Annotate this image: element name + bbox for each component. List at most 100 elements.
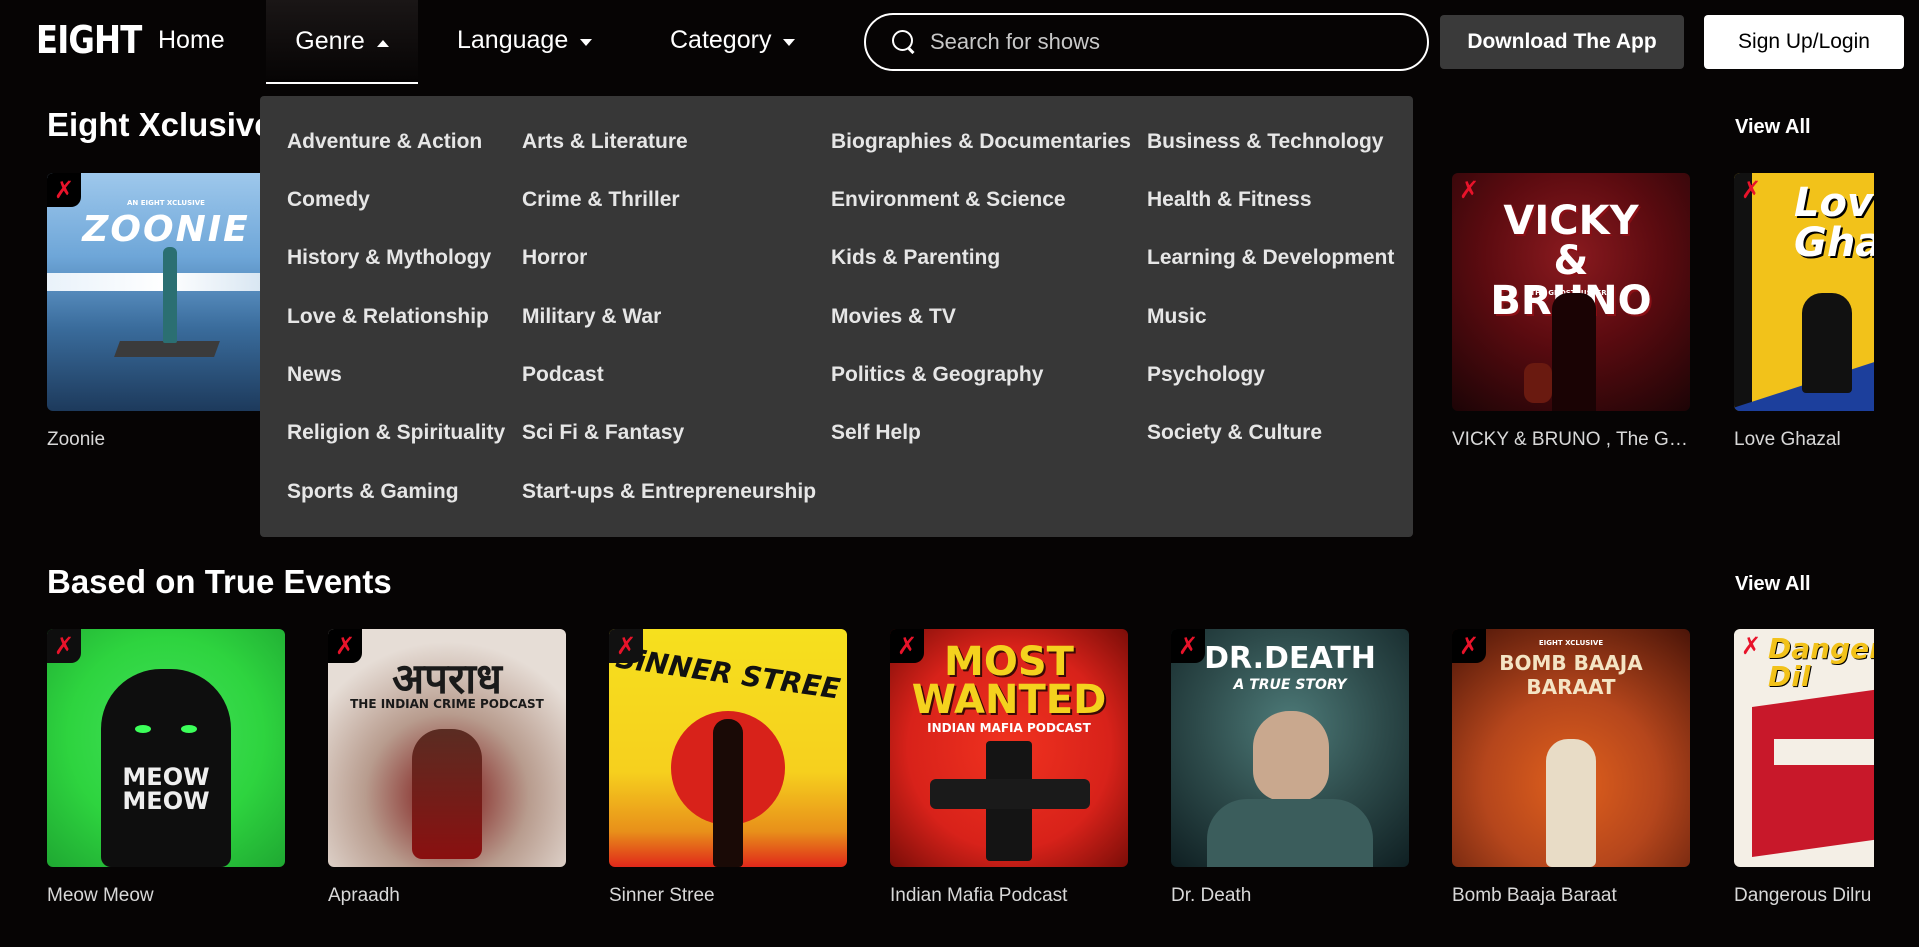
show-thumbnail[interactable]: Dangero Dil ✗ (1734, 629, 1874, 867)
show-thumbnail[interactable]: SiNNER STREE ✗ (609, 629, 847, 867)
show-title[interactable]: Apraadh (328, 885, 566, 907)
genre-item[interactable]: Biographies & Documentaries (831, 130, 1131, 154)
genre-item[interactable]: Psychology (1147, 363, 1265, 387)
genre-item[interactable]: Podcast (522, 363, 604, 387)
show-card[interactable]: Love Ghaz ✗ Love Ghazal (1734, 173, 1874, 451)
genre-item[interactable]: Comedy (287, 188, 370, 212)
genre-item[interactable]: News (287, 363, 342, 387)
genre-item[interactable]: Self Help (831, 421, 921, 445)
art-stripe (1734, 173, 1752, 411)
nav-home[interactable]: Home (158, 26, 225, 55)
art-subtitle: EIGHT XCLUSIVE (1538, 639, 1604, 647)
show-card[interactable]: VICKY & BRUNO THE GHOSTBUSTERS ✗ VICKY &… (1452, 173, 1690, 451)
figure-decoration (1546, 739, 1596, 867)
genre-item[interactable]: Health & Fitness (1147, 188, 1312, 212)
genre-item[interactable]: Music (1147, 305, 1207, 329)
body-decoration (1207, 799, 1373, 867)
genre-item[interactable]: Environment & Science (831, 188, 1066, 212)
genre-item[interactable]: Sci Fi & Fantasy (522, 421, 684, 445)
face-decoration (1253, 711, 1329, 801)
genre-item[interactable]: Religion & Spirituality (287, 421, 505, 445)
genre-item[interactable]: Politics & Geography (831, 363, 1043, 387)
xclusive-badge-icon: ✗ (1171, 629, 1205, 663)
show-thumbnail[interactable]: MEOW MEOW ✗ (47, 629, 285, 867)
figure-decoration (713, 719, 743, 867)
show-title[interactable]: Indian Mafia Podcast (890, 885, 1128, 907)
dock-decoration (114, 341, 220, 357)
xclusive-badge-icon: ✗ (609, 629, 643, 663)
eight-logo[interactable]: EIGHT (36, 18, 142, 62)
nav-genre[interactable]: Genre (266, 0, 418, 84)
signup-login-button[interactable]: Sign Up/Login (1704, 15, 1904, 69)
top-navbar: EIGHT Home Genre Language Category Downl… (0, 0, 1919, 84)
nav-category[interactable]: Category (670, 26, 796, 55)
art-subtitle: THE INDIAN CRIME PODCAST (350, 697, 544, 711)
show-card[interactable]: Dangero Dil ✗ Dangerous Dilru (1734, 629, 1874, 907)
genre-item[interactable]: History & Mythology (287, 246, 491, 270)
show-thumbnail[interactable]: EIGHT XCLUSIVE BOMB BAAJA BARAAT ✗ (1452, 629, 1690, 867)
show-thumbnail[interactable]: AN EIGHT XCLUSIVE ZOONIE ✗ (47, 173, 285, 411)
genre-item[interactable]: Sports & Gaming (287, 480, 459, 504)
art-title: MOST WANTED (911, 639, 1107, 723)
section-title: Based on True Events (47, 563, 392, 600)
genre-item[interactable]: Love & Relationship (287, 305, 489, 329)
show-card[interactable]: अपराध THE INDIAN CRIME PODCAST ✗ Apraadh (328, 629, 566, 907)
genre-item[interactable]: Society & Culture (1147, 421, 1322, 445)
show-card[interactable]: SiNNER STREE ✗ Sinner Stree (609, 629, 847, 907)
show-thumbnail[interactable]: VICKY & BRUNO THE GHOSTBUSTERS ✗ (1452, 173, 1690, 411)
art-title: MEOW MEOW (122, 763, 210, 815)
dog-decoration (1524, 363, 1552, 403)
art-title: ZOONIE (82, 209, 250, 250)
xclusive-badge-icon: ✗ (890, 629, 924, 663)
genre-item[interactable]: Adventure & Action (287, 130, 482, 154)
art-title: BOMB BAAJA BARAAT (1499, 651, 1643, 699)
nav-language-label: Language (457, 26, 569, 54)
nav-language[interactable]: Language (457, 26, 593, 55)
xclusive-badge-icon: ✗ (328, 629, 362, 663)
view-all-link[interactable]: View All (1735, 116, 1811, 139)
art-title: Dangero Dil (1768, 632, 1874, 693)
show-thumbnail[interactable]: Love Ghaz ✗ (1734, 173, 1874, 411)
show-title[interactable]: Love Ghazal (1734, 429, 1874, 451)
show-thumbnail[interactable]: अपराध THE INDIAN CRIME PODCAST ✗ (328, 629, 566, 867)
show-thumbnail[interactable]: DR.DEATH A TRUE STORY ✗ (1171, 629, 1409, 867)
show-card[interactable]: AN EIGHT XCLUSIVE ZOONIE ✗ Zoonie (47, 173, 285, 451)
xclusive-badge-icon: ✗ (47, 173, 81, 207)
genre-item[interactable]: Horror (522, 246, 587, 270)
search-bar[interactable] (864, 13, 1429, 71)
genre-item[interactable]: Arts & Literature (522, 130, 688, 154)
show-card[interactable]: MOST WANTED INDIAN MAFIA PODCAST ✗ India… (890, 629, 1128, 907)
show-title[interactable]: VICKY & BRUNO , The Gh... (1452, 429, 1690, 451)
view-all-link[interactable]: View All (1735, 573, 1811, 596)
show-card[interactable]: DR.DEATH A TRUE STORY ✗ Dr. Death (1171, 629, 1409, 907)
genre-item[interactable]: Movies & TV (831, 305, 956, 329)
show-card[interactable]: EIGHT XCLUSIVE BOMB BAAJA BARAAT ✗ Bomb … (1452, 629, 1690, 907)
art-title: Love Ghaz (1794, 180, 1874, 266)
art-stripe (1752, 678, 1874, 858)
gun-decoration (930, 779, 1090, 809)
show-title[interactable]: Bomb Baaja Baraat (1452, 885, 1690, 907)
figure-decoration (1552, 293, 1596, 411)
show-title[interactable]: Dangerous Dilru (1734, 885, 1874, 907)
genre-item[interactable]: Start-ups & Entrepreneurship (522, 480, 816, 504)
section-title: Eight Xclusive (47, 106, 273, 143)
download-app-button[interactable]: Download The App (1440, 15, 1684, 69)
art-title: SiNNER STREE (613, 641, 843, 706)
search-input[interactable] (930, 29, 1390, 55)
genre-item[interactable]: Kids & Parenting (831, 246, 1000, 270)
genre-dropdown-menu: Adventure & Action Comedy History & Myth… (260, 96, 1413, 537)
caret-down-icon (580, 39, 593, 46)
search-icon (892, 30, 916, 54)
genre-item[interactable]: Learning & Development (1147, 246, 1394, 270)
show-card[interactable]: MEOW MEOW ✗ Meow Meow (47, 629, 285, 907)
genre-item[interactable]: Business & Technology (1147, 130, 1384, 154)
art-subtitle: INDIAN MAFIA PODCAST (927, 721, 1091, 735)
art-subtitle: A TRUE STORY (1233, 677, 1347, 693)
show-title[interactable]: Dr. Death (1171, 885, 1409, 907)
show-title[interactable]: Zoonie (47, 429, 285, 451)
show-thumbnail[interactable]: MOST WANTED INDIAN MAFIA PODCAST ✗ (890, 629, 1128, 867)
genre-item[interactable]: Crime & Thriller (522, 188, 680, 212)
show-title[interactable]: Sinner Stree (609, 885, 847, 907)
show-title[interactable]: Meow Meow (47, 885, 285, 907)
genre-item[interactable]: Military & War (522, 305, 661, 329)
